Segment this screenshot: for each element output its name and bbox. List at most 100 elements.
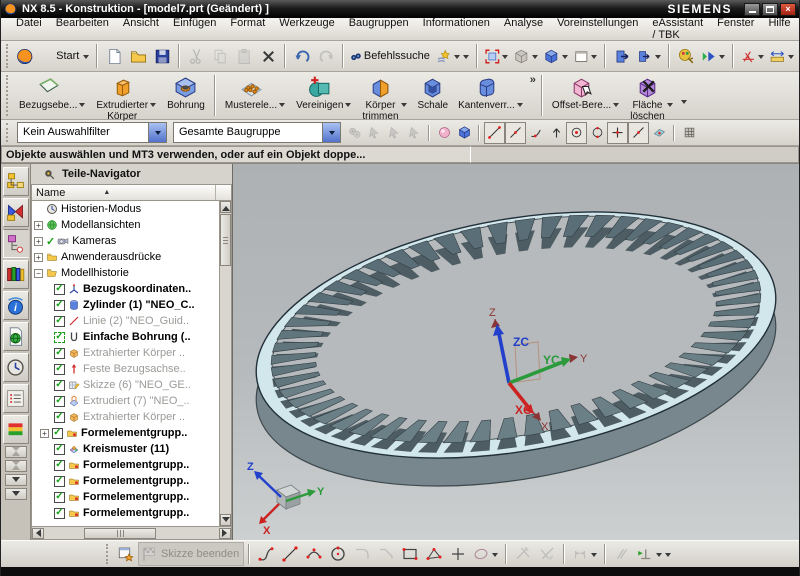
dropdown-caret-icon[interactable] [788, 55, 794, 62]
nx-logo[interactable] [14, 43, 38, 69]
rectangle-icon[interactable] [398, 542, 422, 566]
dropdown-caret-icon[interactable] [492, 553, 498, 560]
role-icon[interactable] [674, 43, 698, 69]
dropdown-caret-icon[interactable] [591, 55, 597, 62]
tree-item[interactable]: ✓Feste Bezugsachse.. [32, 361, 231, 377]
chamfer-icon[interactable] [374, 542, 398, 566]
constraints-icon[interactable] [634, 542, 674, 566]
open-icon[interactable] [126, 43, 150, 69]
tree-item[interactable]: ✓Linie (2) "NEO_Guid.. [32, 313, 231, 329]
scroll-left-button[interactable] [32, 528, 44, 539]
menu-item-analyse[interactable]: Analyse [497, 14, 550, 44]
part-navigator-tab[interactable] [3, 229, 29, 258]
snap-tangent-icon[interactable] [526, 122, 546, 144]
tree-horizontal-scrollbar[interactable] [31, 527, 232, 540]
background-icon[interactable] [571, 43, 601, 69]
dropdown-caret-icon[interactable] [656, 553, 662, 560]
web-browser-tab[interactable]: i [3, 291, 29, 320]
tree-item[interactable]: ✓Zylinder (1) "NEO_C.. [32, 297, 231, 313]
cut-icon[interactable] [184, 43, 208, 69]
extrudierter-koerper-button[interactable]: ExtrudierterKörper [91, 73, 162, 119]
tree-vertical-scrollbar[interactable] [219, 201, 231, 526]
snap-pole-icon[interactable] [546, 122, 566, 144]
dropdown-caret-icon[interactable] [591, 553, 597, 560]
show-hide-icon[interactable] [610, 43, 634, 69]
selection-scope-dropdown[interactable] [322, 123, 340, 142]
save-icon[interactable] [150, 43, 174, 69]
menu-item-bearbeiten[interactable]: Bearbeiten [49, 14, 116, 44]
tree-item[interactable]: +✓Kameras [32, 233, 231, 249]
highlight-icon[interactable] [434, 122, 454, 144]
feature-checkbox[interactable]: ✓ [54, 364, 65, 375]
scroll-tabs-up2-button[interactable] [5, 460, 27, 472]
tree-item[interactable]: Historien-Modus [32, 201, 231, 217]
quick-trim-icon[interactable] [511, 542, 535, 566]
menu-item-datei[interactable]: Datei [9, 14, 49, 44]
scroll-down-button[interactable] [220, 514, 231, 526]
scrollbar-thumb[interactable] [220, 214, 231, 266]
scroll-tabs-up-button[interactable] [5, 446, 27, 458]
offset-bereich-button[interactable]: Offset-Bere... [547, 73, 625, 119]
system-scenes-tab[interactable] [3, 384, 29, 413]
bohrung-button[interactable]: Bohrung [162, 73, 210, 119]
snap-midpoint-icon[interactable] [505, 122, 526, 144]
circle-icon[interactable] [326, 542, 350, 566]
line-icon[interactable] [278, 542, 302, 566]
over flow-caret[interactable] [679, 104, 688, 116]
dropdown-caret-icon[interactable] [613, 103, 619, 110]
new-icon[interactable] [102, 43, 126, 69]
history-palette-tab[interactable] [3, 322, 29, 351]
select-previous-icon[interactable] [364, 122, 384, 144]
feature-checkbox[interactable]: ✓ [54, 316, 65, 327]
dropdown-caret-icon[interactable] [719, 55, 725, 62]
constraint-parallel-icon[interactable] [610, 542, 634, 566]
dropdown-caret-icon[interactable] [758, 55, 764, 62]
vereinigen-button[interactable]: Vereinigen [291, 73, 357, 119]
dropdown-caret-icon[interactable] [279, 103, 285, 110]
dropdown-caret-icon[interactable] [655, 55, 661, 62]
tree-item[interactable]: ✓Formelementgrupp.. [32, 489, 231, 505]
assembly-navigator-tab[interactable] [3, 167, 29, 196]
history-tab[interactable] [3, 353, 29, 382]
sketch-icon[interactable] [114, 542, 138, 566]
musterelement-button[interactable]: Musterele... [220, 73, 291, 119]
tree-item[interactable]: ✓Formelementgrupp.. [32, 473, 231, 489]
snap-intersection-icon[interactable] [607, 122, 628, 144]
menu-item-ansicht[interactable]: Ansicht [116, 14, 166, 44]
feature-checkbox[interactable]: ✓ [54, 460, 65, 471]
collapse-icon[interactable]: − [34, 269, 43, 278]
profile-icon[interactable] [254, 542, 278, 566]
bezugsebene-button[interactable]: Bezugsebe... [14, 73, 91, 119]
fillet-icon[interactable] [350, 542, 374, 566]
snap-quadrant-icon[interactable] [587, 122, 607, 144]
delete-icon[interactable] [256, 43, 280, 69]
tree-item[interactable]: ✓Skizze (6) "NEO_GE.. [32, 377, 231, 393]
scroll-tabs-down2-button[interactable] [5, 488, 27, 500]
dropdown-caret-icon[interactable] [665, 553, 671, 560]
touch-mode-icon[interactable] [434, 43, 472, 69]
tree-item[interactable]: +Anwenderausdrücke [32, 249, 231, 265]
feature-checkbox[interactable]: ✓ [54, 300, 65, 311]
tree-item[interactable]: ✓Extrahierter Körper .. [32, 345, 231, 361]
scroll-up-button[interactable] [220, 201, 231, 213]
tree-item[interactable]: +✓Formelementgrupp.. [32, 425, 231, 441]
menu-item-format[interactable]: Format [223, 14, 272, 44]
tree-item[interactable]: −Modellhistorie [32, 265, 231, 281]
flaeche-loeschen-button[interactable]: Flächelöschen [625, 73, 678, 119]
finish-sketch-button[interactable]: Skizze beenden [138, 542, 244, 566]
expand-icon[interactable]: + [34, 237, 43, 246]
tree-item[interactable]: ✓Formelementgrupp.. [32, 457, 231, 473]
dropdown-caret-icon[interactable] [517, 103, 523, 110]
start-button[interactable]: Start [38, 43, 93, 69]
tree-item[interactable]: ✓Kreismuster (11) [32, 441, 231, 457]
dropdown-caret-icon[interactable] [345, 103, 351, 110]
paste-icon[interactable] [232, 43, 256, 69]
koerper-trimmen-button[interactable]: Körpertrimmen [357, 73, 412, 119]
tree-item[interactable]: ✓Formelementgrupp.. [32, 505, 231, 521]
column-header[interactable]: Name ▲ [31, 184, 232, 201]
point-icon[interactable] [446, 542, 470, 566]
feature-checkbox[interactable]: ✓ [54, 444, 65, 455]
feature-checkbox[interactable]: ✓ [54, 492, 65, 503]
dropdown-caret-icon[interactable] [532, 55, 538, 62]
tree-item[interactable]: ✓Einfache Bohrung (.. [32, 329, 231, 345]
